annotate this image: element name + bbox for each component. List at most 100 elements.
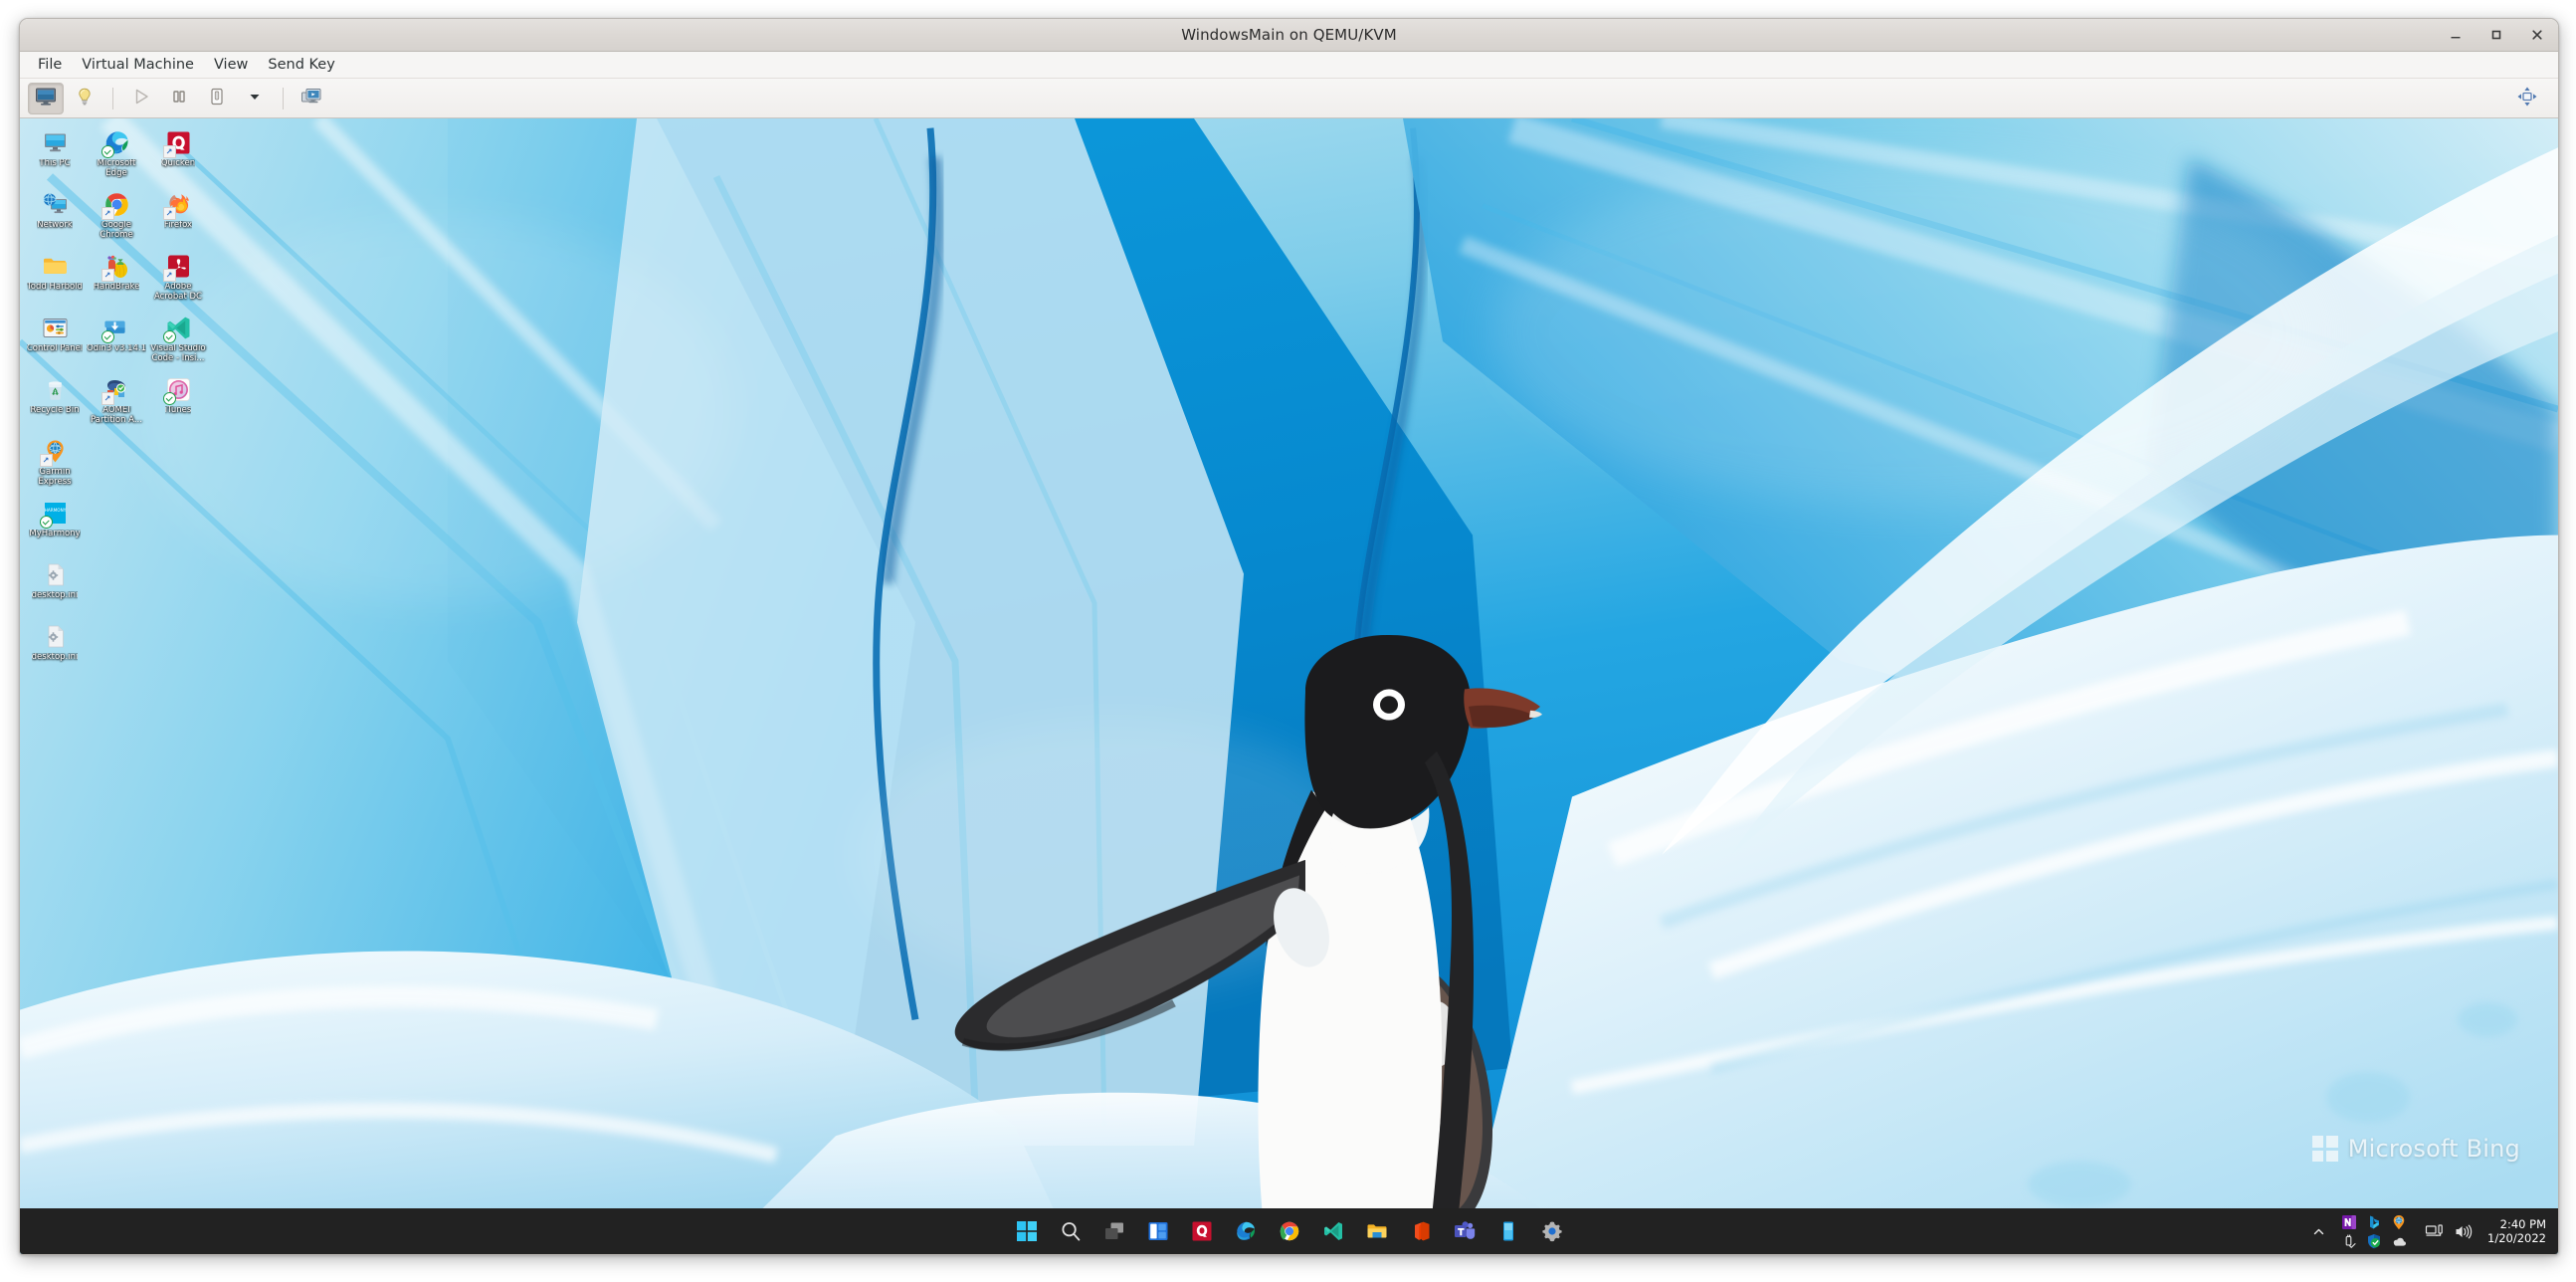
desktop-icon-visual-studio-code-insiders[interactable]: Visual Studio Code - Insi...: [147, 310, 209, 371]
taskbar-microsoft-edge-button[interactable]: [1233, 1218, 1259, 1244]
desktop-icon-recycle-bin[interactable]: Recycle Bin: [24, 371, 86, 433]
svg-text:HARMONY: HARMONY: [44, 508, 66, 513]
desktop-icon-label: Firefox: [163, 221, 193, 230]
desktop-icon-label: Visual Studio Code - Insi...: [150, 344, 206, 363]
tray-status-icons: [2419, 1222, 2478, 1241]
taskbar-google-chrome-button[interactable]: [1277, 1218, 1302, 1244]
fullscreen-button[interactable]: [2510, 84, 2544, 113]
console-view-button[interactable]: [28, 82, 64, 114]
recycle-bin-icon: [42, 376, 69, 403]
desktop-icon-label: iTunes: [164, 406, 192, 415]
tray-onedrive-icon[interactable]: [2391, 1232, 2408, 1249]
desktop-icon-garmin-express[interactable]: Garmin Express: [24, 433, 86, 495]
taskbar-your-phone-button[interactable]: [1495, 1218, 1521, 1244]
shortcut-arrow-icon: [162, 207, 176, 220]
menu-send-key[interactable]: Send Key: [258, 54, 344, 76]
taskbar-quicken-button[interactable]: [1189, 1218, 1215, 1244]
tray-bing-icon[interactable]: [2366, 1213, 2383, 1230]
lightbulb-icon: [75, 87, 95, 110]
vscode-insiders-icon: [162, 315, 192, 343]
desktop-grid-empty: [147, 495, 209, 556]
garmin-express-icon: [39, 438, 69, 467]
desktop-icon-itunes[interactable]: iTunes: [147, 371, 209, 433]
shutdown-menu-button[interactable]: [238, 84, 272, 113]
desktop-icon-label: AOMEI Partition A...: [91, 406, 142, 425]
taskbar-visual-studio-code-button[interactable]: [1320, 1218, 1346, 1244]
power-switch-icon: [207, 87, 227, 110]
desktop-icon-desktop-ini-1[interactable]: desktop.ini: [24, 556, 86, 618]
desktop-icon-label: Odin3 v3.14.1: [87, 344, 146, 353]
menu-view[interactable]: View: [204, 54, 258, 76]
desktop-icon-aomei-partition-assistant[interactable]: AOMEI Partition A...: [86, 371, 147, 433]
desktop-icon-quicken[interactable]: Quicken: [147, 124, 209, 186]
tray-windows-defender-icon[interactable]: [2366, 1232, 2383, 1249]
gear-icon: [1541, 1220, 1563, 1242]
tray-icon-grid: [2338, 1212, 2410, 1250]
desktop-icon-label: Recycle Bin: [30, 406, 80, 415]
folder-icon: [42, 253, 69, 280]
ini-file-icon: [42, 561, 69, 588]
toolbar-separator: [112, 87, 113, 109]
run-button[interactable]: [124, 84, 158, 113]
taskbar-widgets-button[interactable]: [1145, 1218, 1171, 1244]
desktop-icon-microsoft-edge[interactable]: Microsoft Edge: [86, 124, 147, 186]
minimize-button[interactable]: [2445, 24, 2467, 46]
desktop-icon-control-panel[interactable]: Control Panel: [24, 310, 86, 371]
menu-virtual-machine[interactable]: Virtual Machine: [72, 54, 204, 76]
close-button[interactable]: [2526, 24, 2548, 46]
desktop-icon-adobe-acrobat-dc[interactable]: Adobe Acrobat DC: [147, 248, 209, 310]
desktop-icon-network[interactable]: Network: [24, 186, 86, 248]
tray-onenote-icon[interactable]: [2341, 1213, 2358, 1230]
shutdown-button[interactable]: [200, 84, 234, 113]
toolbar: [20, 79, 2558, 118]
taskbar-settings-button[interactable]: [1539, 1218, 1565, 1244]
desktop-icon-label: This PC: [39, 159, 71, 168]
taskbar-search-button[interactable]: [1058, 1218, 1084, 1244]
taskbar-microsoft-teams-button[interactable]: [1452, 1218, 1478, 1244]
edge-icon: [100, 129, 130, 158]
desktop-grid-empty: [86, 556, 147, 618]
task-view-icon: [1103, 1220, 1125, 1242]
itunes-icon: [162, 376, 192, 405]
show-hidden-icons-button[interactable]: [2308, 1225, 2329, 1238]
tray-network-icon[interactable]: [2425, 1222, 2444, 1241]
shortcut-arrow-icon: [162, 145, 176, 158]
firefox-icon: [162, 191, 192, 220]
menu-file[interactable]: File: [28, 54, 72, 76]
show-details-button[interactable]: [68, 84, 101, 113]
taskbar-microsoft-office-button[interactable]: [1408, 1218, 1434, 1244]
tray-safely-remove-hardware-icon[interactable]: [2341, 1232, 2358, 1249]
onedrive-sync-check-icon: [162, 392, 176, 405]
desktop-icon-myharmony[interactable]: HARMONY MyHarmony: [24, 495, 86, 556]
desktop-icon-odin3[interactable]: Odin3 v3.14.1: [86, 310, 147, 371]
desktop-icon-this-pc[interactable]: This PC: [24, 124, 86, 186]
onedrive-sync-check-icon: [162, 330, 176, 343]
desktop-icon-google-chrome[interactable]: Google Chrome: [86, 186, 147, 248]
vm-console-viewport[interactable]: Microsoft Bing This PC Microsoft Edge ↗ …: [20, 118, 2558, 1254]
shortcut-arrow-icon: [100, 269, 114, 282]
taskbar-task-view-button[interactable]: [1101, 1218, 1127, 1244]
onedrive-sync-check-icon: [100, 330, 114, 343]
desktop-icon-handbrake[interactable]: HandBrake: [86, 248, 147, 310]
edge-icon: [1235, 1220, 1257, 1242]
desktop-icon-firefox[interactable]: Firefox: [147, 186, 209, 248]
quicken-icon: [162, 129, 192, 158]
tray-garmin-icon[interactable]: [2391, 1213, 2408, 1230]
desktop-icon-label: Todd Harbold: [27, 283, 83, 292]
snapshots-button[interactable]: [295, 84, 328, 113]
tray-volume-icon[interactable]: [2454, 1222, 2473, 1241]
window-title: WindowsMain on QEMU/KVM: [1181, 26, 1397, 44]
clock-date: 1/20/2022: [2487, 1231, 2546, 1245]
taskbar-file-explorer-button[interactable]: [1364, 1218, 1390, 1244]
taskbar-start-button[interactable]: [1014, 1218, 1040, 1244]
quicken-icon: [1191, 1220, 1213, 1242]
pause-button[interactable]: [162, 84, 196, 113]
desktop-icon-desktop-ini-2[interactable]: desktop.ini: [24, 618, 86, 680]
desktop-icon-grid: This PC Microsoft Edge ↗ Quicken Network…: [24, 124, 209, 680]
taskbar-clock[interactable]: 2:40 PM 1/20/2022: [2487, 1217, 2550, 1245]
maximize-button[interactable]: [2485, 24, 2507, 46]
window-titlebar: WindowsMain on QEMU/KVM: [20, 19, 2558, 52]
desktop-icon-todd-harbold[interactable]: Todd Harbold: [24, 248, 86, 310]
onedrive-sync-check-icon: [39, 516, 53, 529]
handbrake-icon: [100, 253, 130, 282]
